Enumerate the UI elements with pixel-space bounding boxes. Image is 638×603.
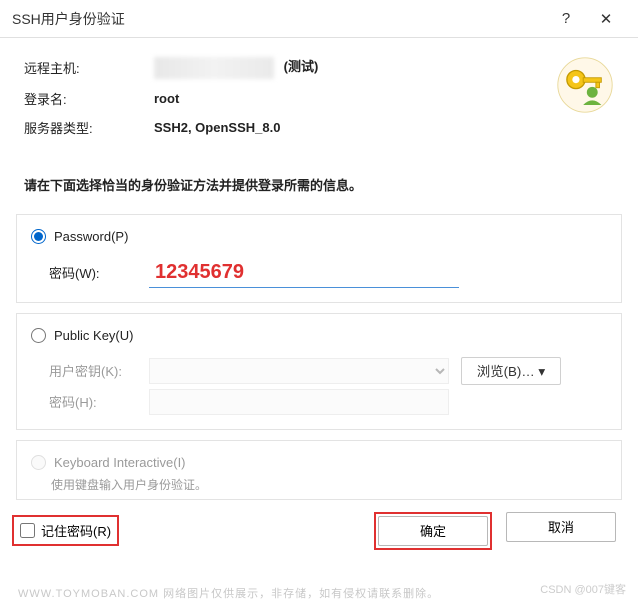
publickey-password-label: 密码(H): (49, 392, 149, 411)
userkey-select (149, 358, 449, 384)
keyboard-interactive-section: Keyboard Interactive(I) 使用键盘输入用户身份验证。 (16, 440, 622, 500)
password-field-label: 密码(W): (49, 263, 149, 282)
password-radio-label[interactable]: Password(P) (54, 229, 128, 244)
help-button[interactable]: ? (546, 10, 586, 27)
watermark-left: WWW.TOYMOBAN.COM 网络图片仅供展示，非存储，如有侵权请联系删除。 (18, 585, 439, 601)
blurred-host (154, 57, 274, 79)
keyboard-interactive-radio-label: Keyboard Interactive(I) (54, 455, 186, 470)
bottom-bar: 记住密码(R) 确定 取消 (0, 504, 638, 554)
cancel-button[interactable]: 取消 (506, 512, 616, 542)
publickey-section: Public Key(U) 用户密钥(K): 浏览(B)… ▾ 密码(H): (16, 313, 622, 430)
server-type-label: 服务器类型: (24, 118, 154, 137)
remote-host-label: 远程主机: (24, 58, 154, 77)
password-section: Password(P) 密码(W): (16, 214, 622, 303)
password-radio[interactable] (31, 229, 46, 244)
userkey-label: 用户密钥(K): (49, 361, 149, 380)
window-title: SSH用户身份验证 (12, 9, 546, 29)
publickey-radio[interactable] (31, 328, 46, 343)
keyboard-interactive-radio (31, 455, 46, 470)
close-button[interactable]: ✕ (586, 10, 626, 28)
remember-password-label[interactable]: 记住密码(R) (41, 521, 111, 540)
connection-info: 远程主机: (测试) 登录名: root 服务器类型: SSH2, OpenSS… (0, 38, 638, 159)
server-type-value: SSH2, OpenSSH_8.0 (154, 120, 280, 135)
remember-password-checkbox[interactable] (20, 523, 35, 538)
keyboard-interactive-note: 使用键盘输入用户身份验证。 (51, 476, 607, 493)
publickey-password-input (149, 389, 449, 415)
ok-button-highlight: 确定 (374, 512, 492, 550)
ok-button[interactable]: 确定 (378, 516, 488, 546)
titlebar: SSH用户身份验证 ? ✕ (0, 0, 638, 38)
instruction-text: 请在下面选择恰当的身份验证方法并提供登录所需的信息。 (0, 159, 638, 206)
login-value: root (154, 91, 179, 106)
remote-host-suffix: (测试) (284, 59, 319, 74)
browse-button[interactable]: 浏览(B)… ▾ (461, 357, 561, 385)
login-label: 登录名: (24, 89, 154, 108)
dialog-content: 远程主机: (测试) 登录名: root 服务器类型: SSH2, OpenSS… (0, 38, 638, 554)
remote-host-value: (测试) (154, 56, 318, 79)
key-user-icon (556, 56, 614, 114)
remember-password-highlight: 记住密码(R) (12, 515, 119, 546)
publickey-radio-label[interactable]: Public Key(U) (54, 328, 133, 343)
watermark-right: CSDN @007键客 (540, 581, 626, 597)
password-input[interactable] (149, 258, 459, 288)
